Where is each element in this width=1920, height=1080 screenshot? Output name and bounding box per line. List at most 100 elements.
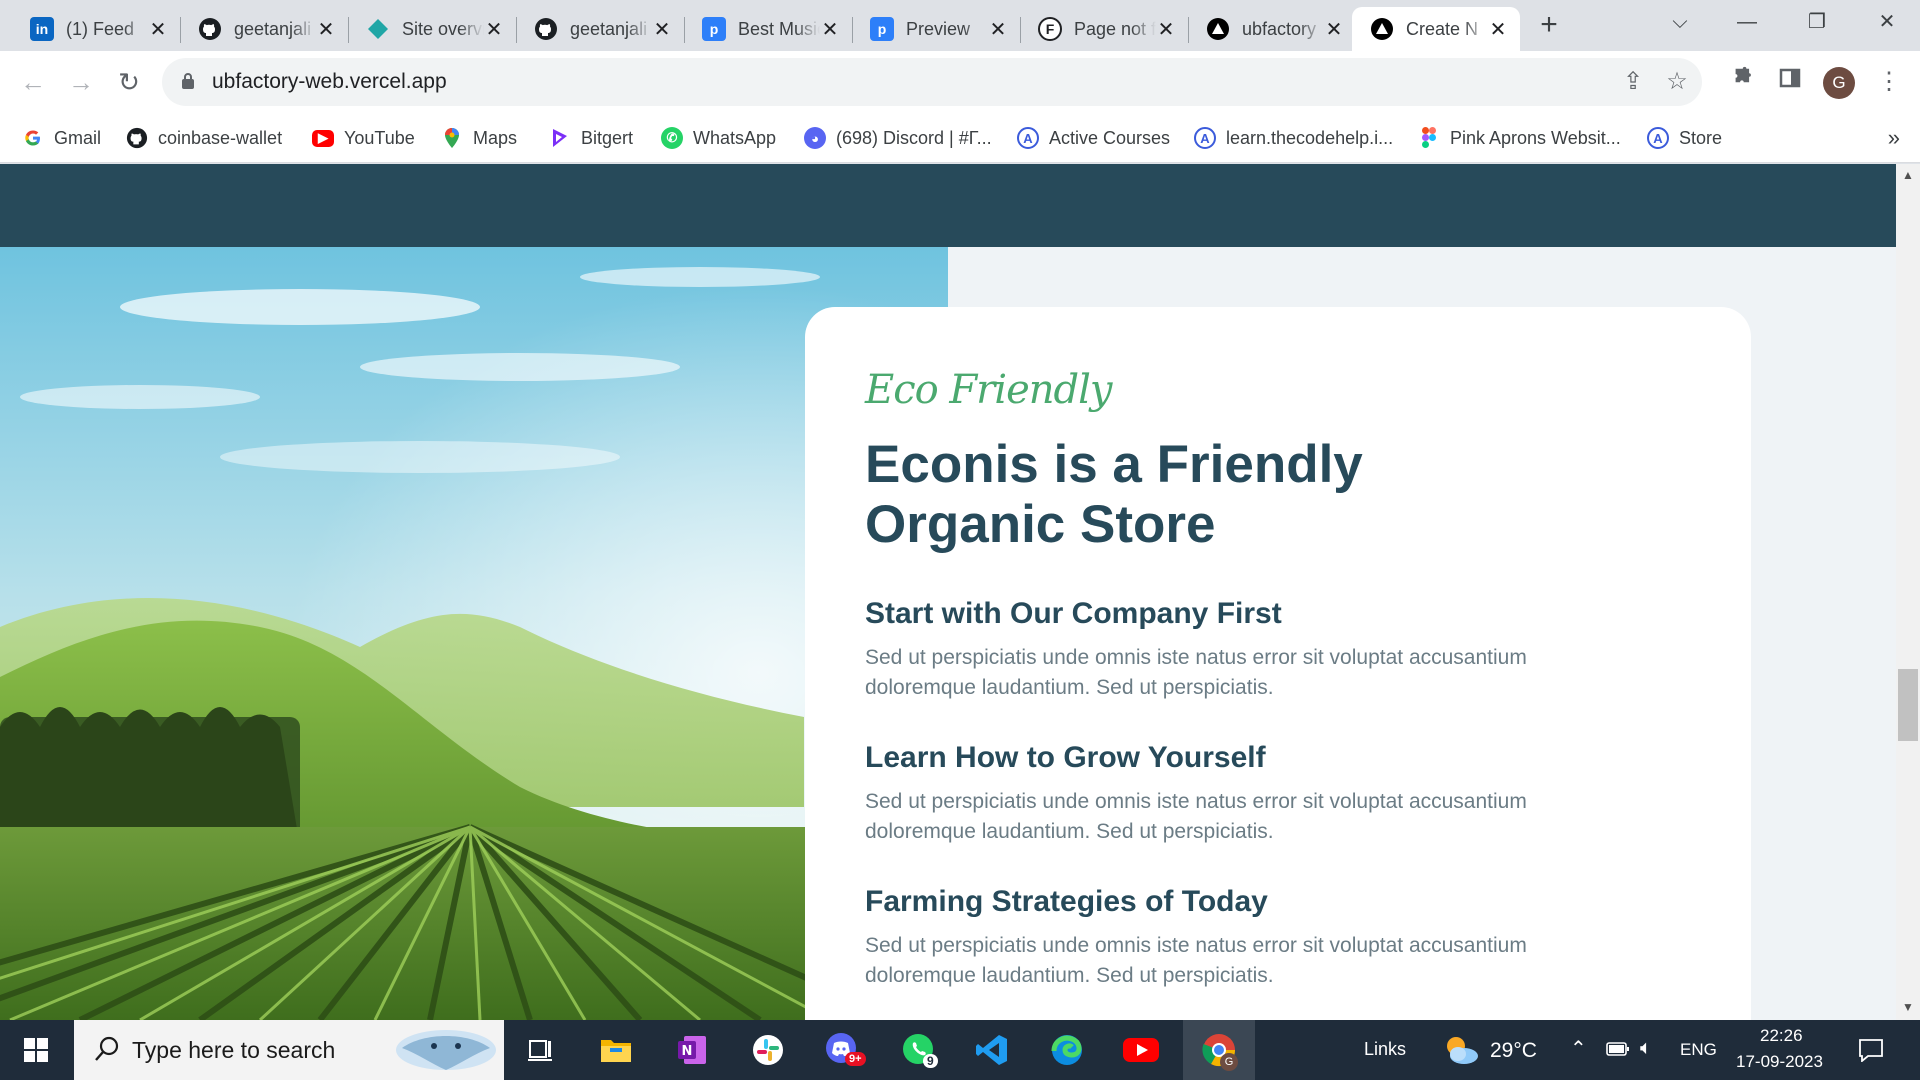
bookmark-pink-aprons[interactable]: Pink Aprons Websit... [1418,123,1621,153]
google-icon [22,127,44,149]
forward-button[interactable]: → [62,63,100,101]
close-icon[interactable]: ✕ [820,17,840,42]
bookmark-bitgert[interactable]: Bitgert [549,123,633,153]
bookmark-store[interactable]: A Store [1647,123,1722,153]
minimize-button[interactable]: — [1712,0,1782,44]
close-icon[interactable]: ✕ [484,17,504,42]
tab-title: Page not found [1074,18,1156,39]
taskbar-search-box[interactable]: Type here to search [74,1020,504,1080]
slack-icon[interactable] [746,1028,790,1072]
feature-item: Farming Strategies of Today Sed ut persp… [865,885,1625,991]
close-icon[interactable]: ✕ [316,17,336,42]
scroll-down-arrow-icon[interactable]: ▼ [1896,1000,1920,1014]
temperature-label[interactable]: 29°C [1490,1039,1537,1063]
tab-title: geetanjali [570,18,648,39]
linkedin-icon: in [30,17,54,41]
tab-github-2[interactable]: geetanjali ✕ [516,7,684,51]
new-tab-button[interactable]: + [1532,9,1566,43]
close-icon[interactable]: ✕ [1488,17,1508,42]
codehelp-icon: A [1017,127,1039,149]
bookmark-coinbase-wallet[interactable]: coinbase-wallet [126,123,282,153]
figma-icon [1418,127,1440,149]
close-icon[interactable]: ✕ [1156,17,1176,42]
feature-text: Sed ut perspiciatis unde omnis iste natu… [865,934,1527,987]
bookmark-star-icon[interactable]: ☆ [1662,67,1692,97]
bookmark-gmail[interactable]: Gmail [22,123,101,153]
github-icon [126,127,148,149]
bookmark-whatsapp[interactable]: ✆ WhatsApp [661,123,776,153]
youtube-taskbar-icon[interactable] [1119,1028,1163,1072]
bookmark-maps[interactable]: Maps [441,123,517,153]
clock-date[interactable]: 17-09-2023 [1736,1052,1823,1072]
edge-icon[interactable] [1045,1028,1089,1072]
more-menu-icon[interactable]: ⋮ [1870,63,1908,101]
extensions-puzzle-icon[interactable] [1724,63,1762,101]
file-explorer-icon[interactable] [594,1028,638,1072]
tab-best-music[interactable]: p Best Music ✕ [684,7,852,51]
bookmark-label: coinbase-wallet [158,127,283,148]
battery-icon[interactable] [1606,1041,1630,1057]
tab-github-1[interactable]: geetanjali ✕ [180,7,348,51]
chrome-taskbar-active[interactable]: G [1183,1020,1255,1080]
language-indicator[interactable]: ENG [1680,1040,1717,1060]
bookmark-label: Store [1679,127,1723,148]
side-panel-icon[interactable] [1771,63,1809,101]
vscode-icon[interactable] [970,1028,1014,1072]
links-toolbar-label[interactable]: Links [1364,1039,1406,1060]
reload-button[interactable]: ↻ [110,63,148,101]
bookmark-learn-thecodehelp[interactable]: A learn.thecodehelp.i... [1194,123,1393,153]
feature-item: Start with Our Company First Sed ut pers… [865,597,1625,703]
close-icon[interactable]: ✕ [652,17,672,42]
bookmark-discord[interactable]: ◕ (698) Discord | #Γ... [804,123,992,153]
bookmark-active-courses[interactable]: A Active Courses [1017,123,1170,153]
tab-search-chevron-icon[interactable]: ⌵ [1645,0,1715,44]
bookmark-label: YouTube [344,127,415,148]
weather-partly-cloudy-icon[interactable] [1442,1032,1480,1068]
page-scrollbar[interactable]: ▲ ▼ [1896,164,1920,1020]
scroll-up-arrow-icon[interactable]: ▲ [1896,168,1920,182]
close-icon[interactable]: ✕ [148,17,168,42]
tab-title: Create N [1406,18,1479,39]
search-placeholder: Type here to search [132,1037,336,1063]
vercel-icon [1370,17,1394,41]
profile-avatar[interactable]: G [1823,67,1855,99]
url-text: ubfactory-web.vercel.app [212,70,447,93]
share-icon[interactable]: ⇪ [1618,67,1648,97]
restore-button[interactable]: ❐ [1782,0,1852,44]
tab-ubfactory[interactable]: ubfactory ✕ [1188,7,1356,51]
close-window-button[interactable]: ✕ [1852,0,1920,44]
volume-icon[interactable]: 🔈︎ [1640,1037,1652,1060]
tab-page-not-found[interactable]: F Page not found ✕ [1020,7,1188,51]
discord-taskbar-icon[interactable]: 9+ [821,1028,866,1072]
clock-time[interactable]: 22:26 [1760,1026,1803,1046]
tab-preview[interactable]: p Preview ✕ [852,7,1020,51]
close-icon[interactable]: ✕ [988,17,1008,42]
feature-item: Learn How to Grow Yourself Sed ut perspi… [865,741,1625,847]
bookmark-label: Pink Aprons Websit... [1450,127,1621,148]
tab-netlify-site-overview[interactable]: Site overview ✕ [348,7,516,51]
address-bar[interactable]: ubfactory-web.vercel.app ⇪ ☆ [162,58,1702,106]
onenote-icon[interactable]: N [670,1028,714,1072]
windows-start-button[interactable] [0,1020,72,1080]
notifications-icon[interactable] [1858,1038,1884,1062]
codehelp-icon: A [1194,127,1216,149]
bookmark-label: Gmail [54,127,102,148]
discord-badge: 9+ [845,1052,866,1066]
close-icon[interactable]: ✕ [1324,17,1344,42]
bookmark-label: (698) Discord | #Γ... [836,127,992,148]
tab-linkedin-feed[interactable]: in (1) Feed ✕ [12,7,180,51]
bookmarks-overflow-chevron-icon[interactable]: » [1888,125,1900,151]
scrollbar-thumb[interactable] [1898,669,1918,741]
tab-title: geetanjali [234,18,312,39]
tray-overflow-chevron-icon[interactable]: ⌃ [1570,1036,1587,1061]
bookmark-youtube[interactable]: ▶ YouTube [312,123,415,153]
p-icon: p [702,17,726,41]
whatsapp-taskbar-icon[interactable]: 9 [897,1028,941,1072]
task-view-icon[interactable] [518,1028,562,1072]
back-button[interactable]: ← [14,63,52,101]
search-highlight-manta-icon [396,1030,496,1070]
youtube-icon: ▶ [312,129,334,147]
page-viewport: Eco Friendly Econis is a Friendly Organi… [0,164,1896,1020]
tab-create-next-app-active[interactable]: Create N ✕ [1352,7,1520,51]
section-headline: Econis is a Friendly Organic Store [865,435,1363,554]
